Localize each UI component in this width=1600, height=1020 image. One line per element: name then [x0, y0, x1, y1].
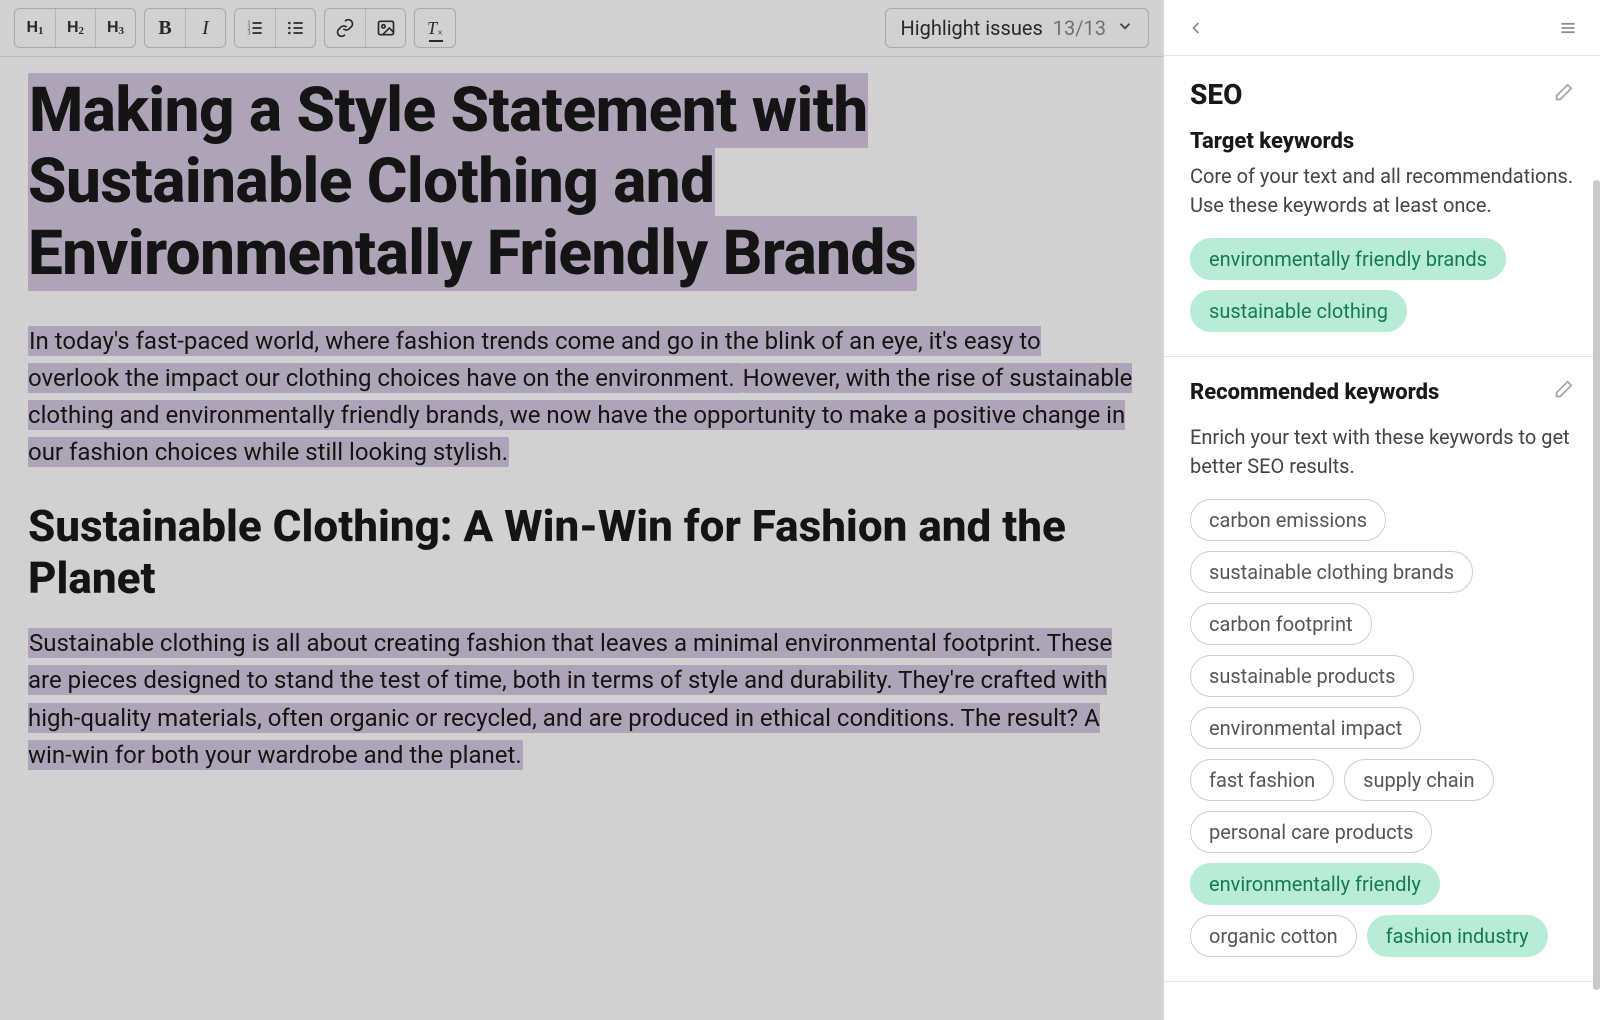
menu-icon — [1558, 18, 1578, 38]
keyword-tag[interactable]: environmentally friendly brands — [1190, 238, 1506, 280]
menu-button[interactable] — [1558, 18, 1578, 38]
keyword-tag[interactable]: environmental impact — [1190, 707, 1421, 749]
recommended-keywords-desc: Enrich your text with these keywords to … — [1190, 423, 1574, 481]
edit-recommended-button[interactable] — [1552, 379, 1574, 405]
pencil-icon — [1552, 82, 1574, 104]
image-icon — [376, 18, 396, 38]
ordered-list-button[interactable]: 123 — [235, 9, 275, 47]
image-button[interactable] — [365, 9, 405, 47]
highlight-label: Highlight issues — [900, 16, 1042, 40]
keyword-tag[interactable]: carbon emissions — [1190, 499, 1386, 541]
keyword-tag[interactable]: sustainable products — [1190, 655, 1414, 697]
target-keywords-list: environmentally friendly brands sustaina… — [1190, 238, 1574, 332]
keyword-tag[interactable]: sustainable clothing — [1190, 290, 1407, 332]
keyword-tag[interactable]: personal care products — [1190, 811, 1432, 853]
chevron-down-icon — [1116, 17, 1134, 39]
h2-button[interactable]: H2 — [55, 9, 95, 47]
keyword-tag[interactable]: fast fashion — [1190, 759, 1334, 801]
recommended-keywords-list: carbon emissions sustainable clothing br… — [1190, 499, 1574, 957]
h3-button[interactable]: H3 — [95, 9, 135, 47]
seo-section: SEO Target keywords Core of your text an… — [1164, 56, 1600, 357]
text-style-group: B I — [144, 8, 226, 48]
seo-sidebar: SEO Target keywords Core of your text an… — [1164, 0, 1600, 1020]
insert-group — [324, 8, 406, 48]
seo-title: SEO — [1190, 78, 1242, 111]
italic-button[interactable]: I — [185, 9, 225, 47]
article-heading-2[interactable]: Sustainable Clothing: A Win-Win for Fash… — [28, 500, 1135, 606]
recommended-keywords-title: Recommended keywords — [1190, 380, 1439, 405]
article-paragraph-2[interactable]: Sustainable clothing is all about creati… — [28, 625, 1135, 774]
bold-button[interactable]: B — [145, 9, 185, 47]
highlight-count: 13/13 — [1053, 16, 1106, 40]
unordered-list-icon — [286, 18, 306, 38]
editor-content[interactable]: Making a Style Statement with Sustainabl… — [0, 57, 1163, 1020]
heading-group: H1 H2 H3 — [14, 8, 136, 48]
svg-text:3: 3 — [248, 31, 251, 37]
keyword-tag[interactable]: fashion industry — [1367, 915, 1548, 957]
keyword-tag[interactable]: sustainable clothing brands — [1190, 551, 1473, 593]
unordered-list-button[interactable] — [275, 9, 315, 47]
article-title[interactable]: Making a Style Statement with Sustainabl… — [28, 75, 1135, 289]
clear-format-button[interactable]: T× — [415, 9, 455, 47]
list-group: 123 — [234, 8, 316, 48]
back-button[interactable] — [1186, 18, 1206, 38]
keyword-tag[interactable]: carbon footprint — [1190, 603, 1372, 645]
chevron-left-icon — [1186, 18, 1206, 38]
article-paragraph-1[interactable]: In today's fast-paced world, where fashi… — [28, 323, 1135, 472]
editor-toolbar: H1 H2 H3 B I 123 T× — [0, 0, 1163, 57]
edit-seo-button[interactable] — [1552, 82, 1574, 108]
recommended-section: Recommended keywords Enrich your text wi… — [1164, 357, 1600, 982]
keyword-tag[interactable]: organic cotton — [1190, 915, 1357, 957]
h1-button[interactable]: H1 — [15, 9, 55, 47]
target-keywords-title: Target keywords — [1190, 129, 1354, 154]
sidebar-header — [1164, 0, 1600, 56]
editor-pane: H1 H2 H3 B I 123 T× — [0, 0, 1164, 1020]
highlight-issues-dropdown[interactable]: Highlight issues 13/13 — [885, 8, 1149, 48]
scrollbar[interactable] — [1593, 180, 1600, 990]
ordered-list-icon: 123 — [245, 18, 265, 38]
keyword-tag[interactable]: supply chain — [1344, 759, 1493, 801]
pencil-icon — [1552, 379, 1574, 401]
sidebar-body: SEO Target keywords Core of your text an… — [1164, 56, 1600, 1020]
keyword-tag[interactable]: environmentally friendly — [1190, 863, 1440, 905]
link-icon — [335, 18, 355, 38]
clear-format-group: T× — [414, 8, 456, 48]
target-keywords-desc: Core of your text and all recommendation… — [1190, 162, 1574, 220]
link-button[interactable] — [325, 9, 365, 47]
